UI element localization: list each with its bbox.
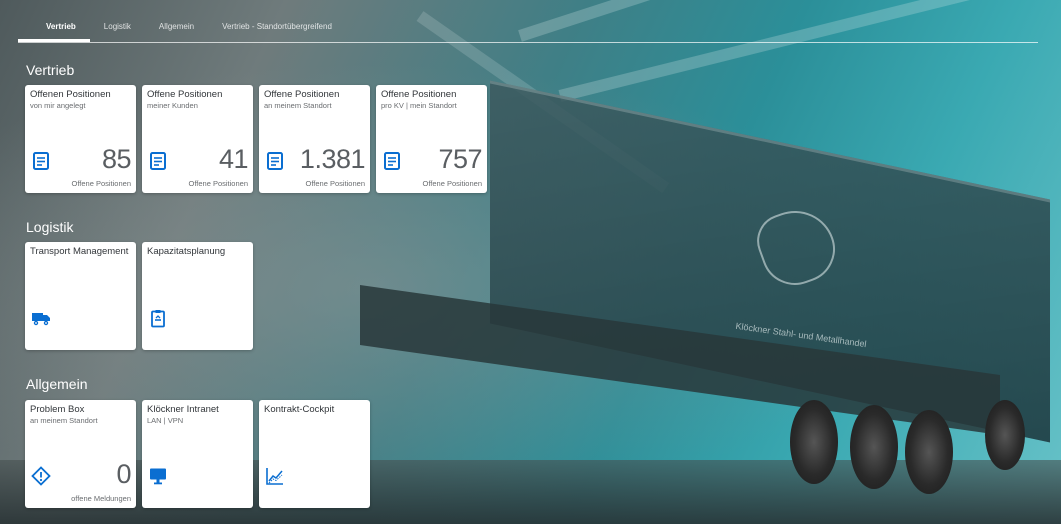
tile-subtitle: an meinem Standort <box>30 416 98 425</box>
monitor-icon <box>148 466 168 486</box>
line-chart-icon <box>265 466 285 486</box>
tile-title: Offene Positionen <box>381 90 457 100</box>
kpi-unit: Offene Positionen <box>305 179 366 188</box>
kpi-unit: Offene Positionen <box>188 179 249 188</box>
tile-subtitle: pro KV | mein Standort <box>381 101 457 110</box>
tab-allgemein[interactable]: Allgemein <box>145 14 208 40</box>
tile-subtitle: LAN | VPN <box>147 416 184 425</box>
tile-offene-positionen-angelegt[interactable]: Offenen Positionen von mir angelegt 85 O… <box>25 85 136 193</box>
tile-title: Transport Management <box>30 247 129 257</box>
truck-trailer <box>490 80 1050 443</box>
kpi-unit: offene Meldungen <box>71 494 131 503</box>
tile-kontrakt-cockpit[interactable]: Kontrakt-Cockpit <box>259 400 370 508</box>
kpi-value: 757 <box>438 144 482 174</box>
clipboard-icon <box>148 308 168 328</box>
truck-lettering: Klöckner Stahl- und Metallhandel <box>734 320 868 350</box>
tile-subtitle: von mir angelegt <box>30 101 86 110</box>
document-list-icon <box>148 151 168 171</box>
tile-offene-positionen-standort[interactable]: Offene Positionen an meinem Standort 1.3… <box>259 85 370 193</box>
kpi-value: 41 <box>218 144 249 174</box>
tile-offene-positionen-kunden[interactable]: Offene Positionen meiner Kunden 41 Offen… <box>142 85 253 193</box>
group-tab-bar: Vertrieb Logistik Allgemein Vertrieb - S… <box>18 14 1038 43</box>
tile-subtitle: meiner Kunden <box>147 101 198 110</box>
tile-title: Klöckner Intranet <box>147 405 219 415</box>
tile-kloeckner-intranet[interactable]: Klöckner Intranet LAN | VPN <box>142 400 253 508</box>
tile-title: Offene Positionen <box>264 90 340 100</box>
truck-wheel <box>985 400 1025 470</box>
tab-logistik[interactable]: Logistik <box>90 14 145 40</box>
truck-wheel <box>790 400 838 484</box>
warning-diamond-icon <box>31 466 51 486</box>
kpi-unit: Offene Positionen <box>71 179 132 188</box>
tile-kapazitatsplanung[interactable]: Kapazitatsplanung <box>142 242 253 350</box>
document-list-icon <box>31 151 51 171</box>
tab-vertrieb[interactable]: Vertrieb <box>18 14 90 42</box>
tab-vertrieb-standortuebergreifend[interactable]: Vertrieb - Standortübergreifend <box>208 14 346 40</box>
tile-title: Kapazitatsplanung <box>147 247 226 257</box>
tile-title: Kontrakt-Cockpit <box>264 405 335 415</box>
section-title-logistik: Logistik <box>26 219 74 235</box>
kpi-value: 0 <box>116 459 131 489</box>
truck-icon <box>31 308 51 328</box>
kpi-value: 1.381 <box>299 144 366 174</box>
document-list-icon <box>382 151 402 171</box>
truck-wheel <box>905 410 953 494</box>
truck-logo <box>749 199 845 295</box>
tile-offene-positionen-kv[interactable]: Offene Positionen pro KV | mein Standort… <box>376 85 487 193</box>
tile-transport-management[interactable]: Transport Management <box>25 242 136 350</box>
tile-problem-box[interactable]: Problem Box an meinem Standort 0 offene … <box>25 400 136 508</box>
kpi-value: 85 <box>101 144 132 174</box>
document-list-icon <box>265 151 285 171</box>
tile-subtitle: an meinem Standort <box>264 101 332 110</box>
tile-title: Offene Positionen <box>147 90 223 100</box>
section-title-vertrieb: Vertrieb <box>26 62 75 78</box>
section-title-allgemein: Allgemein <box>26 376 88 392</box>
kpi-unit: Offene Positionen <box>422 179 483 188</box>
tile-title: Problem Box <box>30 405 85 415</box>
truck-wheel <box>850 405 898 489</box>
tile-title: Offenen Positionen <box>30 90 111 100</box>
truck-deck <box>360 285 1000 435</box>
launchpad-background: Vertrieb Logistik Allgemein Vertrieb - S… <box>0 0 1061 524</box>
